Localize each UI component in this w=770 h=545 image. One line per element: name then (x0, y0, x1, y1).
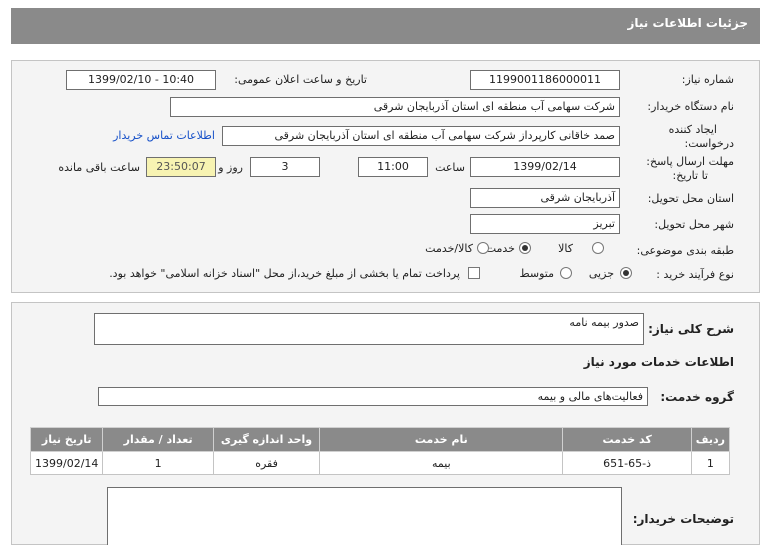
need-number-field[interactable]: 1199001186000011 (470, 70, 620, 90)
treasury-payment-note: پرداخت تمام یا بخشی از مبلغ خرید،از محل … (109, 267, 460, 280)
col-header-date: تاریخ نیاز (29, 427, 104, 452)
province-label: استان محل تحویل: (647, 192, 734, 205)
deadline-time-label: ساعت (435, 161, 465, 174)
buyer-org-label: نام دستگاه خریدار: (647, 100, 734, 113)
col-header-row: ردیف (690, 427, 731, 452)
need-number-label: شماره نیاز: (681, 73, 734, 86)
checkbox-icon[interactable] (468, 267, 480, 279)
radio-icon[interactable] (519, 242, 531, 254)
table-header-row: ردیف کد خدمت نام خدمت واحد اندازه گیری ت… (29, 427, 731, 452)
services-table-wrap: ردیف کد خدمت نام خدمت واحد اندازه گیری ت… (29, 427, 731, 475)
announce-datetime-field[interactable]: 1399/02/10 - 10:40 (66, 70, 216, 90)
cell-row: 1 (690, 451, 731, 475)
requester-label-line1: ایجاد کننده (668, 123, 717, 136)
category-option-service[interactable]: خدمت (486, 242, 515, 255)
city-label: شهر محل تحویل: (654, 218, 734, 231)
requester-field[interactable]: صمد خاقانی کارپرداز شرکت سهامی آب منطقه … (222, 126, 620, 146)
buyer-notes-field[interactable] (107, 487, 622, 545)
cell-name: بیمه (319, 451, 564, 475)
cell-unit: فقره (212, 451, 321, 475)
table-row: 1 ذ-65-651 بیمه فقره 1 1399/02/14 (29, 451, 731, 475)
radio-icon[interactable] (477, 242, 489, 254)
col-header-unit: واحد اندازه گیری (212, 427, 321, 452)
cell-date: 1399/02/14 (29, 451, 104, 475)
category-option-goods[interactable]: کالا (558, 242, 573, 255)
announce-datetime-label: تاریخ و ساعت اعلان عمومی: (234, 73, 367, 86)
buyer-notes-label: توضیحات خریدار: (632, 512, 734, 526)
services-table: ردیف کد خدمت نام خدمت واحد اندازه گیری ت… (29, 427, 731, 475)
need-summary-field[interactable]: صدور بیمه نامه (94, 313, 644, 345)
days-label: روز و (218, 161, 243, 174)
process-option-medium[interactable]: متوسط (519, 267, 554, 280)
process-type-label: نوع فرآیند خرید : (656, 268, 734, 281)
process-option-minor[interactable]: جزیی (589, 267, 614, 280)
buyer-contact-link[interactable]: اطلاعات تماس خریدار (113, 129, 215, 142)
deadline-time-field[interactable]: 11:00 (358, 157, 428, 177)
service-group-label: گروه خدمت: (660, 390, 734, 404)
buyer-org-field[interactable]: شرکت سهامی آب منطقه ای استان آذربایجان ش… (170, 97, 620, 117)
deadline-date-field[interactable]: 1399/02/14 (470, 157, 620, 177)
radio-icon[interactable] (620, 267, 632, 279)
col-header-code: کد خدمت (562, 427, 692, 452)
province-field[interactable]: آذربایجان شرقی (470, 188, 620, 208)
cell-code: ذ-65-651 (562, 451, 692, 475)
cell-qty: 1 (102, 451, 214, 475)
col-header-qty: تعداد / مقدار (102, 427, 214, 452)
need-summary-label: شرح کلی نیاز: (648, 322, 734, 336)
remaining-time-label: ساعت باقی مانده (58, 161, 140, 174)
city-field[interactable]: تبریز (470, 214, 620, 234)
page-title: جزئیات اطلاعات نیاز (11, 8, 760, 44)
services-section-title: اطلاعات خدمات مورد نیاز (583, 355, 734, 369)
category-label: طبقه بندی موضوعی: (636, 244, 734, 257)
service-group-field[interactable]: فعالیت‌های مالی و بیمه (98, 387, 648, 406)
radio-icon[interactable] (592, 242, 604, 254)
requester-label-line2: درخواست: (684, 137, 734, 150)
remaining-time-field: 23:50:07 (146, 157, 216, 177)
days-remaining-field[interactable]: 3 (250, 157, 320, 177)
deadline-label-line1: مهلت ارسال پاسخ: (646, 155, 734, 168)
col-header-name: نام خدمت (319, 427, 564, 452)
category-option-goods-service[interactable]: کالا/خدمت (425, 242, 473, 255)
radio-icon[interactable] (560, 267, 572, 279)
deadline-label-line2: تا تاریخ: (672, 169, 708, 182)
